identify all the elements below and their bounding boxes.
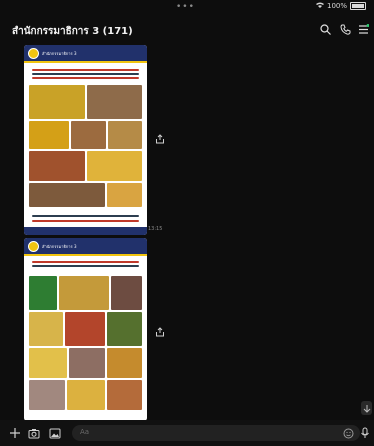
poster-header: สำนักกรรมาธิการ 3 [24,238,147,254]
message-input[interactable] [72,425,360,441]
camera-icon[interactable] [27,426,41,440]
photo [29,151,85,181]
share-icon[interactable] [154,326,166,338]
message-time: 13:15 [148,226,163,232]
photo [67,380,105,410]
photo [108,121,142,149]
photo [111,276,142,310]
photo [59,276,109,310]
battery-icon [350,2,366,10]
photo [29,276,57,310]
mic-icon[interactable] [358,426,372,440]
photo [107,380,142,410]
plus-icon[interactable] [8,426,22,440]
status-indicators: 100% [315,2,366,10]
photo [107,183,142,207]
photo [69,348,105,378]
emoji-icon[interactable] [341,426,355,440]
status-bar: ••• 100% [0,0,374,16]
photo [29,121,69,149]
image-message[interactable]: สำนักกรรมาธิการ 3 [24,45,147,235]
battery-percent: 100% [326,2,347,10]
image-icon[interactable] [48,426,62,440]
image-message[interactable]: สำนักกรรมาธิการ 3 [24,238,147,421]
menu-icon[interactable] [356,22,370,36]
seal-icon [28,240,39,252]
photo [65,312,105,346]
seal-icon [28,47,39,59]
scroll-down-icon[interactable] [361,401,372,415]
wifi-icon [315,2,324,10]
photo [71,121,106,149]
poster-org: สำนักกรรมาธิการ 3 [42,50,77,56]
photo [87,151,142,181]
photo [29,312,63,346]
phone-icon[interactable] [338,22,352,36]
poster-org: สำนักกรรมาธิการ 3 [42,243,77,249]
search-icon[interactable] [318,22,332,36]
chat-title[interactable]: สำนักกรรมาธิการ 3 (171) [12,24,133,39]
message-placeholder: Aa [80,428,90,436]
photo [29,183,105,207]
photo [29,348,67,378]
photo [107,348,142,378]
photo [107,312,142,346]
photo [87,85,142,119]
share-icon[interactable] [154,133,166,145]
status-dots: ••• [176,2,195,12]
photo [29,380,65,410]
photo [29,85,85,119]
poster-header: สำนักกรรมาธิการ 3 [24,45,147,61]
